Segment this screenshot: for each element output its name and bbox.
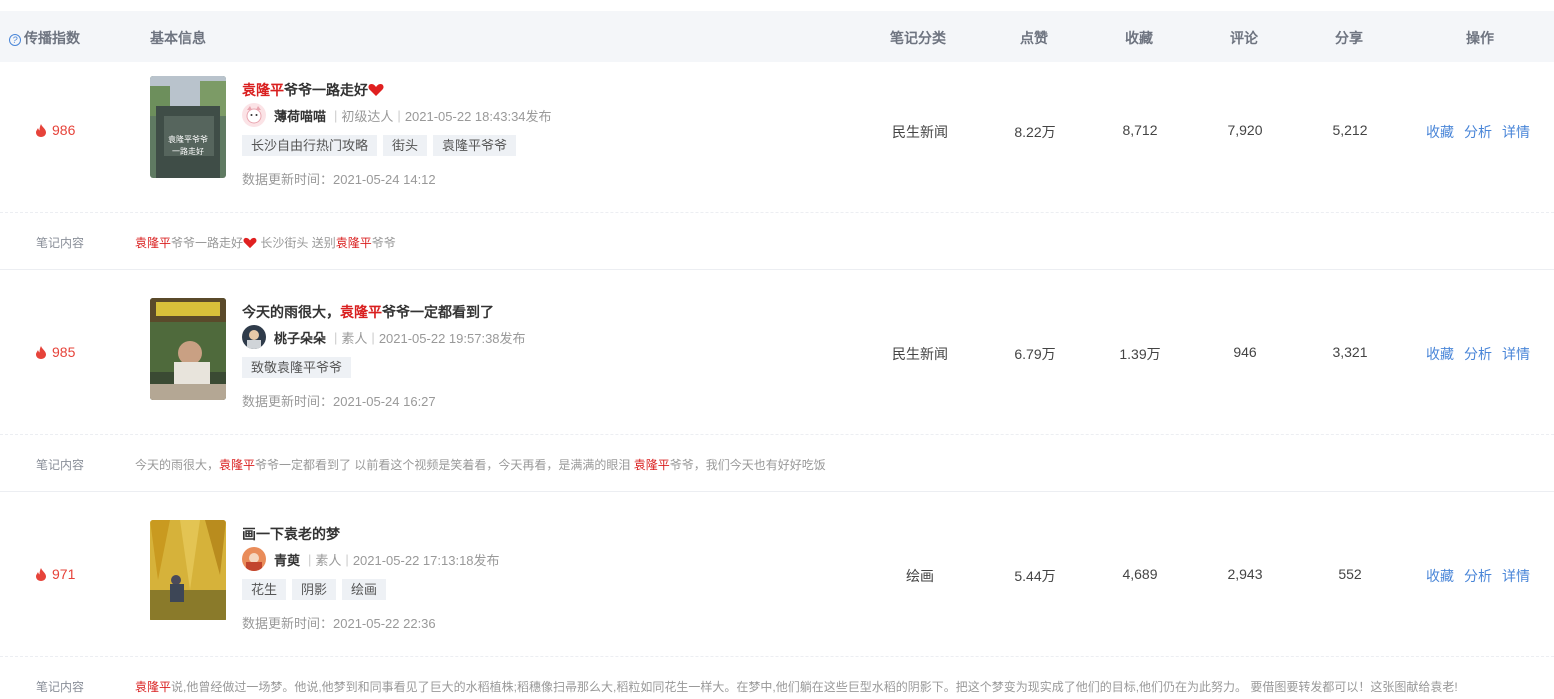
- note-title[interactable]: 今天的雨很大，袁隆平爷爷一定都看到了: [242, 302, 494, 322]
- thumbnail-image: 袁隆平爷爷 一路走好: [150, 76, 226, 178]
- tag[interactable]: 街头: [383, 135, 428, 156]
- analyze-link[interactable]: 分析: [1464, 568, 1492, 584]
- note-thumbnail[interactable]: [150, 520, 226, 622]
- tag[interactable]: 阴影: [292, 579, 337, 600]
- thumbnail-image: [150, 298, 226, 400]
- flame-icon: [36, 346, 46, 359]
- shares-count: 5,212: [1332, 122, 1368, 138]
- avatar[interactable]: [242, 325, 266, 349]
- author-level: 素人: [341, 330, 368, 346]
- note-content-label: 笔记内容: [36, 680, 85, 694]
- tag[interactable]: 致敬袁隆平爷爷: [242, 357, 352, 378]
- publish-time: 2021-05-22 18:43:34发布: [404, 108, 552, 124]
- header-likes[interactable]: 点赞: [1020, 28, 1048, 48]
- heart-icon: [243, 237, 257, 249]
- data-update-time: 数据更新时间：2021-05-22 22:36: [242, 616, 436, 631]
- header-basic-info: 基本信息: [150, 30, 206, 46]
- author-level: 初级达人: [341, 108, 394, 124]
- row-actions: 收藏 分析 详情: [1426, 122, 1540, 142]
- author-line: 薄荷喵喵 | 初级达人 | 2021-05-22 18:43:34发布: [242, 103, 552, 127]
- data-update-time: 数据更新时间：2021-05-24 16:27: [242, 394, 436, 409]
- thumbnail-image: [150, 520, 226, 620]
- tag-list: 花生 阴影 绘画: [242, 579, 387, 600]
- row-actions: 收藏 分析 详情: [1426, 566, 1540, 586]
- header-actions: 操作: [1466, 30, 1494, 46]
- likes-count: 8.22万: [1014, 124, 1056, 140]
- divider: [0, 212, 1554, 213]
- note-title[interactable]: 袁隆平爷爷一路走好: [242, 80, 384, 100]
- author-line: 桃子朵朵 | 素人 | 2021-05-22 19:57:38发布: [242, 325, 526, 349]
- note-thumbnail[interactable]: [150, 298, 226, 400]
- favorites-count: 1.39万: [1119, 346, 1161, 362]
- header-spread-index[interactable]: ? 传播指数: [9, 28, 80, 48]
- comments-count: 7,920: [1227, 122, 1263, 138]
- note-thumbnail[interactable]: 袁隆平爷爷 一路走好: [150, 76, 226, 178]
- header-category: 笔记分类: [890, 30, 946, 46]
- heat-index: 985: [36, 344, 75, 360]
- note-content: 今天的雨很大，袁隆平爷爷一定都看到了 以前看这个视频是笑着看，今天再看，是满满的…: [135, 458, 826, 472]
- comments-count: 946: [1233, 344, 1257, 360]
- row-separator: [0, 491, 1554, 492]
- avatar[interactable]: [242, 547, 266, 571]
- tag-list: 长沙自由行热门攻略 街头 袁隆平爷爷: [242, 135, 517, 156]
- likes-count: 5.44万: [1014, 568, 1056, 584]
- detail-link[interactable]: 详情: [1502, 346, 1530, 362]
- data-update-time: 数据更新时间：2021-05-24 14:12: [242, 172, 436, 187]
- heart-icon: [368, 84, 384, 96]
- row-separator: [0, 269, 1554, 270]
- analyze-link[interactable]: 分析: [1464, 346, 1492, 362]
- table-header: ? 传播指数 基本信息 笔记分类 点赞 收藏 评论 分享 操作: [0, 11, 1554, 62]
- flame-icon: [36, 124, 46, 137]
- note-title[interactable]: 画一下袁老的梦: [242, 524, 340, 544]
- tag-list: 致敬袁隆平爷爷: [242, 357, 352, 378]
- note-category: 民生新闻: [892, 346, 948, 362]
- shares-count: 552: [1338, 566, 1362, 582]
- note-content-label: 笔记内容: [36, 458, 85, 472]
- detail-link[interactable]: 详情: [1502, 124, 1530, 140]
- row-actions: 收藏 分析 详情: [1426, 344, 1540, 364]
- avatar-image: [242, 103, 266, 127]
- divider: [0, 434, 1554, 435]
- collect-link[interactable]: 收藏: [1426, 568, 1454, 584]
- header-shares[interactable]: 分享: [1335, 28, 1363, 48]
- publish-time: 2021-05-22 17:13:18发布: [352, 552, 500, 568]
- tag[interactable]: 绘画: [342, 579, 387, 600]
- note-category: 民生新闻: [892, 124, 948, 140]
- svg-text:一路走好: 一路走好: [172, 146, 204, 156]
- note-content: 袁隆平说,他曾经做过一场梦。他说,他梦到和同事看见了巨大的水稻植株;稻穗像扫帚那…: [135, 680, 1458, 694]
- author-name[interactable]: 青萸: [274, 550, 300, 569]
- author-level: 素人: [315, 552, 342, 568]
- flame-icon: [36, 568, 46, 581]
- note-content: 袁隆平爷爷一路走好 长沙街头 送别袁隆平爷爷: [135, 236, 396, 250]
- author-name[interactable]: 桃子朵朵: [274, 328, 326, 347]
- author-line: 青萸 | 素人 | 2021-05-22 17:13:18发布: [242, 547, 500, 571]
- publish-time: 2021-05-22 19:57:38发布: [378, 330, 526, 346]
- header-comments[interactable]: 评论: [1230, 28, 1258, 48]
- tag[interactable]: 花生: [242, 579, 287, 600]
- collect-link[interactable]: 收藏: [1426, 346, 1454, 362]
- shares-count: 3,321: [1332, 344, 1368, 360]
- avatar[interactable]: [242, 103, 266, 127]
- comments-count: 2,943: [1227, 566, 1263, 582]
- header-favorites[interactable]: 收藏: [1125, 28, 1153, 48]
- author-name[interactable]: 薄荷喵喵: [274, 106, 326, 125]
- likes-count: 6.79万: [1014, 346, 1056, 362]
- heat-index: 986: [36, 122, 75, 138]
- favorites-count: 8,712: [1122, 122, 1158, 138]
- help-icon[interactable]: ?: [9, 34, 21, 46]
- analyze-link[interactable]: 分析: [1464, 124, 1492, 140]
- detail-link[interactable]: 详情: [1502, 568, 1530, 584]
- avatar-image: [242, 547, 266, 571]
- avatar-image: [242, 325, 266, 349]
- tag[interactable]: 长沙自由行热门攻略: [242, 135, 378, 156]
- svg-text:袁隆平爷爷: 袁隆平爷爷: [168, 134, 208, 144]
- favorites-count: 4,689: [1122, 566, 1158, 582]
- heat-index: 971: [36, 566, 75, 582]
- note-category: 绘画: [906, 568, 934, 584]
- note-content-label: 笔记内容: [36, 236, 85, 250]
- divider: [0, 656, 1554, 657]
- collect-link[interactable]: 收藏: [1426, 124, 1454, 140]
- tag[interactable]: 袁隆平爷爷: [433, 135, 517, 156]
